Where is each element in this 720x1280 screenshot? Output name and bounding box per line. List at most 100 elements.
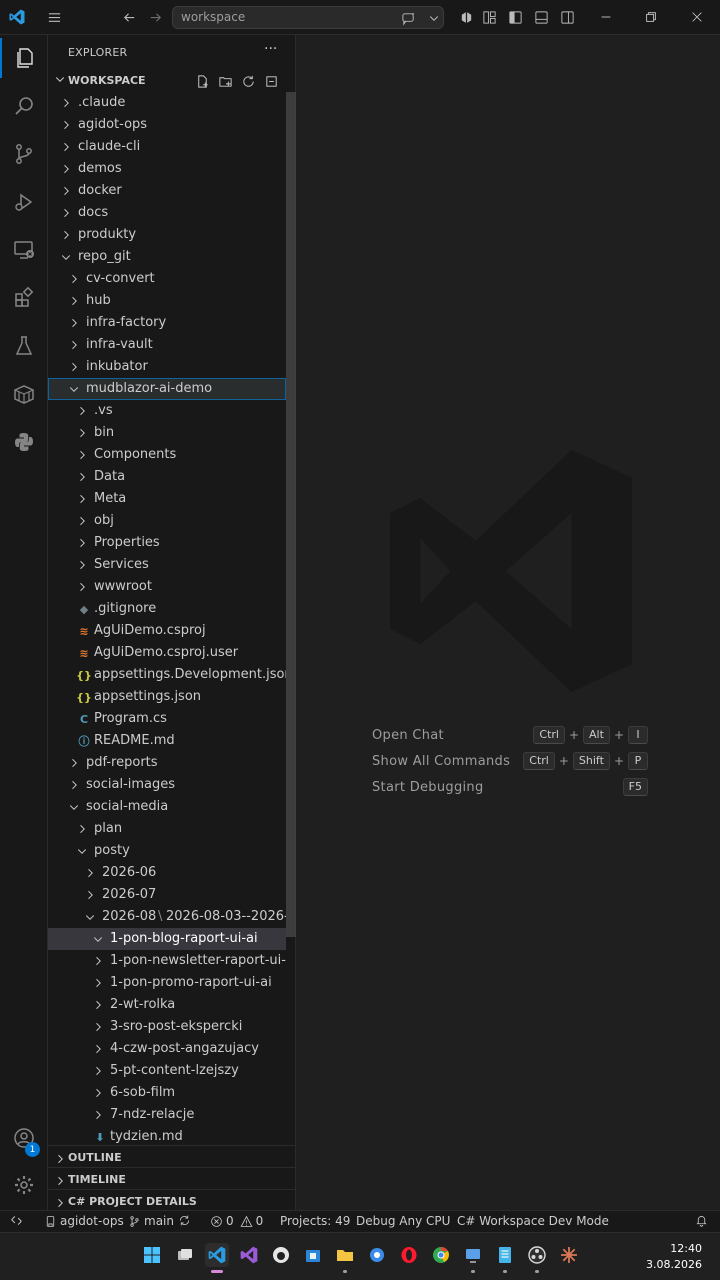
chevron-right-icon[interactable] <box>76 425 90 441</box>
copilot-icon[interactable] <box>457 8 475 26</box>
csharp-project-details-section-header[interactable]: C# PROJECT DETAILS <box>48 1189 296 1211</box>
workspace-mode[interactable]: C# Workspace Dev Mode <box>457 1214 609 1228</box>
chevron-down-icon[interactable] <box>92 931 106 947</box>
chevron-right-icon[interactable] <box>60 183 74 199</box>
tree-folder-components[interactable]: Components <box>48 444 286 466</box>
testing-flask-icon[interactable] <box>0 326 48 366</box>
chevron-right-icon[interactable] <box>60 117 74 133</box>
outline-section-header[interactable]: OUTLINE <box>48 1145 296 1167</box>
tree-folder-obj[interactable]: obj <box>48 510 286 532</box>
chevron-right-icon[interactable] <box>76 513 90 529</box>
chevron-right-icon[interactable] <box>68 315 82 331</box>
tree-folder-pdf-reports[interactable]: pdf-reports <box>48 752 286 774</box>
chevron-right-icon[interactable] <box>76 447 90 463</box>
menu-icon[interactable] <box>45 8 63 26</box>
shortcut-start-debugging[interactable]: Start Debugging F5 <box>372 778 652 798</box>
chevron-down-icon[interactable] <box>84 909 98 925</box>
tree-folder-demos[interactable]: demos <box>48 158 286 180</box>
tree-folder-hub[interactable]: hub <box>48 290 286 312</box>
source-control-icon[interactable] <box>0 134 48 174</box>
branch-item[interactable]: main <box>128 1214 174 1228</box>
chevron-right-icon[interactable] <box>60 95 74 111</box>
run-debug-icon[interactable] <box>0 182 48 222</box>
tree-folder-mudblazor-ai-demo[interactable]: mudblazor-ai-demo <box>48 378 286 400</box>
tree-folder-6-sob-film[interactable]: 6-sob-film <box>48 1082 286 1104</box>
tree-folder-infra-vault[interactable]: infra-vault <box>48 334 286 356</box>
accounts-icon[interactable]: 1 <box>0 1118 48 1158</box>
tree-file-tydzien-md[interactable]: ⬇ tydzien.md <box>48 1126 286 1147</box>
chevron-right-icon[interactable] <box>76 557 90 573</box>
collapse-all-icon[interactable] <box>262 72 280 90</box>
chevron-down-icon[interactable] <box>76 843 90 859</box>
chevron-right-icon[interactable] <box>76 469 90 485</box>
containers-icon[interactable] <box>0 374 48 414</box>
app-icon[interactable] <box>365 1243 389 1267</box>
chevron-right-icon[interactable] <box>84 887 98 903</box>
tree-folder-2026-07[interactable]: 2026-07 <box>48 884 286 906</box>
chevron-right-icon[interactable] <box>60 227 74 243</box>
tree-file-gitignore[interactable]: ◆ .gitignore <box>48 598 286 620</box>
github-desktop-icon[interactable] <box>269 1243 293 1267</box>
tree-folder-claude[interactable]: .claude <box>48 92 286 114</box>
tree-folder-5-pt-content-lzejszy[interactable]: 5-pt-content-lzejszy <box>48 1060 286 1082</box>
toggle-secondary-sidebar-icon[interactable] <box>558 8 576 26</box>
chevron-right-icon[interactable] <box>92 997 106 1013</box>
chevron-right-icon[interactable] <box>60 139 74 155</box>
sync-icon[interactable] <box>178 1214 191 1227</box>
close-icon[interactable] <box>688 8 706 26</box>
chevron-right-icon[interactable] <box>76 403 90 419</box>
claude-app-icon[interactable] <box>557 1243 581 1267</box>
tree-folder-1-pon-promo-raport-ui-ai[interactable]: 1-pon-promo-raport-ui-ai <box>48 972 286 994</box>
tree-folder-meta[interactable]: Meta <box>48 488 286 510</box>
vscode-taskbar-icon[interactable] <box>205 1243 229 1273</box>
copilot-chat-icon[interactable] <box>399 9 417 27</box>
timeline-section-header[interactable]: TIMELINE <box>48 1167 296 1189</box>
chevron-right-icon[interactable] <box>60 205 74 221</box>
minimize-icon[interactable] <box>597 8 615 26</box>
tree-folder-agidot-ops[interactable]: agidot-ops <box>48 114 286 136</box>
problems-item[interactable]: 0 0 <box>210 1214 263 1228</box>
chevron-right-icon[interactable] <box>76 491 90 507</box>
refresh-icon[interactable] <box>239 72 257 90</box>
settings-gear-icon[interactable] <box>0 1165 48 1205</box>
tree-folder-vs[interactable]: .vs <box>48 400 286 422</box>
tree-folder-7-ndz-relacje[interactable]: 7-ndz-relacje <box>48 1104 286 1126</box>
new-folder-icon[interactable] <box>216 72 234 90</box>
remote-indicator-icon[interactable] <box>10 1214 23 1227</box>
toggle-panel-icon[interactable] <box>532 8 550 26</box>
back-arrow-icon[interactable] <box>120 8 138 26</box>
tree-folder-plan[interactable]: plan <box>48 818 286 840</box>
chevron-right-icon[interactable] <box>68 359 82 375</box>
obs-studio-icon[interactable] <box>525 1243 549 1273</box>
search-icon[interactable] <box>0 86 48 126</box>
tree-file-readme-md[interactable]: ⓘ README.md <box>48 730 286 752</box>
python-icon[interactable] <box>0 422 48 462</box>
tree-folder-1-pon-newsletter-raport-ui-ai[interactable]: 1-pon-newsletter-raport-ui-ai <box>48 950 286 972</box>
chevron-right-icon[interactable] <box>76 535 90 551</box>
remote-explorer-icon[interactable] <box>0 230 48 270</box>
tree-folder-1-pon-blog-raport-ui-ai[interactable]: 1-pon-blog-raport-ui-ai <box>48 928 286 950</box>
chevron-down-icon[interactable] <box>68 799 82 815</box>
notifications-bell-icon[interactable] <box>695 1214 708 1227</box>
opera-browser-icon[interactable] <box>397 1243 421 1267</box>
chevron-right-icon[interactable] <box>68 293 82 309</box>
new-file-icon[interactable] <box>193 72 211 90</box>
tree-folder-produkty[interactable]: produkty <box>48 224 286 246</box>
chevron-right-icon[interactable] <box>68 777 82 793</box>
tree-folder-repo-git[interactable]: repo_git <box>48 246 286 268</box>
chevron-right-icon[interactable] <box>92 975 106 991</box>
system-clock[interactable]: 12:40 3.08.2026 <box>646 1241 702 1273</box>
tree-file-appsettings-development-json[interactable]: {} appsettings.Development.json <box>48 664 286 686</box>
chevron-right-icon[interactable] <box>92 953 106 969</box>
tree-file-program-cs[interactable]: C Program.cs <box>48 708 286 730</box>
tree-folder-infra-factory[interactable]: infra-factory <box>48 312 286 334</box>
chevron-right-icon[interactable] <box>92 1063 106 1079</box>
tree-folder-cv-convert[interactable]: cv-convert <box>48 268 286 290</box>
tree-folder-2-wt-rolka[interactable]: 2-wt-rolka <box>48 994 286 1016</box>
explorer-scrollbar[interactable] <box>286 92 296 937</box>
tree-folder-services[interactable]: Services <box>48 554 286 576</box>
projects-count[interactable]: Projects: 49 <box>280 1214 350 1228</box>
tree-folder-docs[interactable]: docs <box>48 202 286 224</box>
tree-folder-3-sro-post-ekspercki[interactable]: 3-sro-post-ekspercki <box>48 1016 286 1038</box>
tree-folder-social-images[interactable]: social-images <box>48 774 286 796</box>
